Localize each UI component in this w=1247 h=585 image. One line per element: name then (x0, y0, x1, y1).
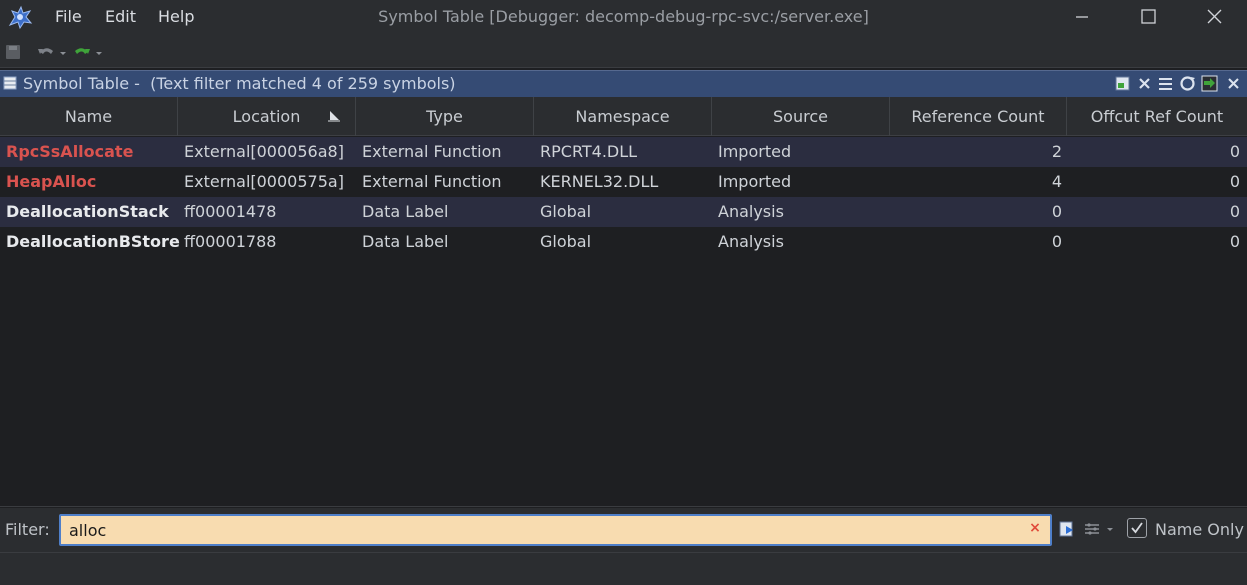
cell-offcut-ref-count: 0 (1229, 142, 1240, 161)
name-only-checkbox[interactable] (1127, 518, 1147, 538)
cell-namespace: Global (540, 232, 592, 251)
column-header-reference-count[interactable]: Reference Count (890, 97, 1067, 136)
filter-settings-icon[interactable] (1114, 75, 1131, 92)
undo-icon[interactable] (36, 43, 68, 61)
checkmark-icon (1131, 522, 1143, 534)
menu-edit[interactable]: Edit (105, 0, 136, 36)
toolbar (0, 36, 1247, 68)
delete-icon[interactable] (1136, 75, 1153, 92)
clear-filter-icon[interactable]: × (1028, 521, 1042, 535)
filter-options-icon[interactable] (1058, 520, 1076, 538)
cell-reference-count: 0 (1051, 202, 1062, 221)
cell-type: External Function (362, 172, 502, 191)
cell-namespace: KERNEL32.DLL (540, 172, 659, 191)
table-row[interactable]: HeapAlloc External[0000575a] External Fu… (0, 167, 1247, 197)
cell-name: DeallocationStack (6, 202, 169, 221)
minimize-icon[interactable] (1049, 0, 1115, 36)
menu-file[interactable]: File (55, 0, 82, 36)
table-row[interactable]: DeallocationBStore ff00001788 Data Label… (0, 227, 1247, 257)
cell-source: Imported (718, 172, 792, 191)
cell-name: RpcSsAllocate (6, 142, 134, 161)
component-title: Symbol Table - (Text filter matched 4 of… (23, 74, 456, 93)
cell-location: External[0000575a] (184, 172, 344, 191)
cell-namespace: Global (540, 202, 592, 221)
filter-bar: Filter: × Name Only (0, 508, 1247, 552)
cell-source: Analysis (718, 232, 784, 251)
status-bar (0, 552, 1247, 585)
sort-indicator-icon (328, 111, 340, 122)
cell-reference-count: 4 (1051, 172, 1062, 191)
cell-reference-count: 0 (1051, 232, 1062, 251)
redo-icon[interactable] (72, 43, 104, 61)
filter-mode-icon[interactable] (1083, 520, 1115, 538)
table-header: Name Location Type Namespace Source Refe… (0, 97, 1247, 136)
column-header-type[interactable]: Type (356, 97, 534, 136)
refresh-icon[interactable] (1179, 75, 1196, 92)
cell-name: DeallocationBStore (6, 232, 180, 251)
symbol-table: Name Location Type Namespace Source Refe… (0, 97, 1247, 507)
column-header-source[interactable]: Source (712, 97, 890, 136)
cell-name: HeapAlloc (6, 172, 97, 191)
cell-location: ff00001478 (184, 202, 277, 221)
ghidra-dragon-icon[interactable] (6, 3, 34, 31)
column-header-offcut-ref-count[interactable]: Offcut Ref Count (1067, 97, 1247, 136)
cell-source: Imported (718, 142, 792, 161)
column-header-location[interactable]: Location (178, 97, 356, 136)
snapshot-icon[interactable] (1201, 75, 1218, 92)
cell-reference-count: 2 (1051, 142, 1062, 161)
name-only-label: Name Only (1155, 520, 1244, 539)
column-header-namespace[interactable]: Namespace (534, 97, 712, 136)
cell-namespace: RPCRT4.DLL (540, 142, 638, 161)
component-header: Symbol Table - (Text filter matched 4 of… (0, 70, 1247, 97)
cell-location: External[000056a8] (184, 142, 344, 161)
table-row[interactable]: DeallocationStack ff00001478 Data Label … (0, 197, 1247, 227)
filter-label: Filter: (5, 520, 50, 539)
menu-lines-icon[interactable] (1157, 75, 1174, 92)
table-row[interactable]: RpcSsAllocate External[000056a8] Externa… (0, 137, 1247, 167)
cell-offcut-ref-count: 0 (1229, 232, 1240, 251)
menu-help[interactable]: Help (158, 0, 194, 36)
close-icon[interactable] (1181, 0, 1247, 36)
cell-type: External Function (362, 142, 502, 161)
cell-location: ff00001788 (184, 232, 277, 251)
column-header-name[interactable]: Name (0, 97, 178, 136)
table-icon (3, 76, 17, 90)
title-bar: File Edit Help Symbol Table [Debugger: d… (0, 0, 1247, 36)
close-panel-icon[interactable] (1225, 75, 1242, 92)
filter-input[interactable] (59, 514, 1052, 546)
cell-offcut-ref-count: 0 (1229, 202, 1240, 221)
column-header-location-label: Location (232, 107, 301, 126)
cell-offcut-ref-count: 0 (1229, 172, 1240, 191)
cell-type: Data Label (362, 232, 449, 251)
cell-type: Data Label (362, 202, 449, 221)
cell-source: Analysis (718, 202, 784, 221)
save-icon[interactable] (4, 43, 22, 61)
maximize-icon[interactable] (1115, 0, 1181, 36)
